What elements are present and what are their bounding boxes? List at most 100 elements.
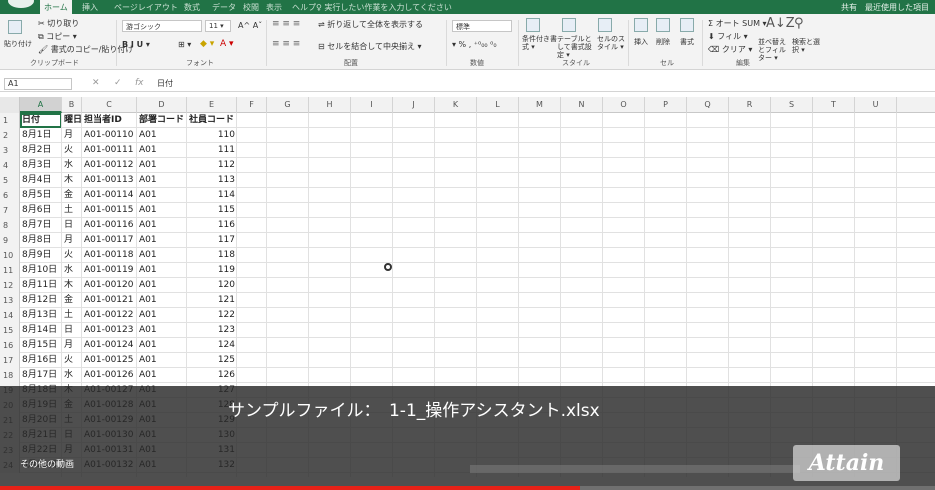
cell-b2[interactable]: 月 xyxy=(62,128,82,143)
cell-d13[interactable]: A01 xyxy=(137,293,187,308)
row-header[interactable]: 3 xyxy=(0,143,20,158)
insert-button[interactable]: 挿入 xyxy=(634,37,648,47)
cell-e11[interactable]: 119 xyxy=(187,263,237,278)
cell-c4[interactable]: A01-00112 xyxy=(82,158,137,173)
cell-c17[interactable]: A01-00125 xyxy=(82,353,137,368)
cell-c3[interactable]: A01-00111 xyxy=(82,143,137,158)
row-header[interactable]: 16 xyxy=(0,338,20,353)
column-header-u[interactable]: U xyxy=(855,97,897,113)
cell-b11[interactable]: 水 xyxy=(62,263,82,278)
cut-button[interactable]: ✂ 切り取り xyxy=(38,18,79,29)
video-progress-bar[interactable] xyxy=(0,486,935,490)
row-header[interactable]: 1 xyxy=(0,113,20,128)
cell-b15[interactable]: 日 xyxy=(62,323,82,338)
cell-c13[interactable]: A01-00121 xyxy=(82,293,137,308)
border-button[interactable]: ⊞ ▾ xyxy=(178,40,191,49)
tab-help[interactable]: ヘルプ xyxy=(292,2,316,13)
sort-filter-button[interactable]: 並べ替えとフィルター ▾ xyxy=(758,38,792,62)
column-header-t[interactable]: T xyxy=(813,97,855,113)
cancel-icon[interactable]: ✕ xyxy=(92,78,100,88)
cell-e14[interactable]: 122 xyxy=(187,308,237,323)
cell-e9[interactable]: 117 xyxy=(187,233,237,248)
tab-insert[interactable]: 挿入 xyxy=(82,2,98,13)
cell-a15[interactable]: 8月14日 xyxy=(20,323,62,338)
cell-e13[interactable]: 121 xyxy=(187,293,237,308)
cell-d16[interactable]: A01 xyxy=(137,338,187,353)
cell-a3[interactable]: 8月2日 xyxy=(20,143,62,158)
format-as-table-icon[interactable] xyxy=(562,18,576,32)
cell-c16[interactable]: A01-00124 xyxy=(82,338,137,353)
fill-button[interactable]: ⬇ フィル ▾ xyxy=(708,31,748,42)
cell-e16[interactable]: 124 xyxy=(187,338,237,353)
paste-button[interactable]: 貼り付け xyxy=(4,39,32,49)
cell-d7[interactable]: A01 xyxy=(137,203,187,218)
name-box[interactable]: A1 xyxy=(4,78,72,90)
cell-a8[interactable]: 8月7日 xyxy=(20,218,62,233)
align-top-icon[interactable]: ≡ ≡ ≡ xyxy=(272,19,300,29)
cell-e4[interactable]: 112 xyxy=(187,158,237,173)
delete-button[interactable]: 削除 xyxy=(656,37,670,47)
autosum-button[interactable]: Σ オート SUM ▾ xyxy=(708,18,767,29)
row-header[interactable]: 11 xyxy=(0,263,20,278)
cell-d9[interactable]: A01 xyxy=(137,233,187,248)
row-header[interactable]: 4 xyxy=(0,158,20,173)
insert-cells-icon[interactable] xyxy=(634,18,648,32)
cell-e8[interactable]: 116 xyxy=(187,218,237,233)
cell-d11[interactable]: A01 xyxy=(137,263,187,278)
copy-button[interactable]: ⧉ コピー ▾ xyxy=(38,31,77,42)
font-grow-shrink-buttons[interactable]: A^ Aˇ xyxy=(238,21,262,30)
row-header[interactable]: 6 xyxy=(0,188,20,203)
format-button[interactable]: 書式 xyxy=(680,37,694,47)
cell-styles-icon[interactable] xyxy=(598,18,612,32)
cell-e5[interactable]: 113 xyxy=(187,173,237,188)
cell-b17[interactable]: 火 xyxy=(62,353,82,368)
cell-d5[interactable]: A01 xyxy=(137,173,187,188)
cell-b7[interactable]: 土 xyxy=(62,203,82,218)
format-as-table-button[interactable]: テーブルとして書式設定 ▾ xyxy=(557,35,597,59)
column-header-j[interactable]: J xyxy=(393,97,435,113)
tell-me-search[interactable]: ♀ 実行したい作業を入力してください xyxy=(316,2,452,13)
cell-a2[interactable]: 8月1日 xyxy=(20,128,62,143)
cell-c6[interactable]: A01-00114 xyxy=(82,188,137,203)
tab-formulas[interactable]: 数式 xyxy=(184,2,200,13)
cell-a13[interactable]: 8月12日 xyxy=(20,293,62,308)
clear-button[interactable]: ⌫ クリア ▾ xyxy=(708,44,752,55)
cell-b8[interactable]: 日 xyxy=(62,218,82,233)
account-area[interactable]: 共有 最近使用した項目 xyxy=(841,2,929,13)
tab-view[interactable]: 表示 xyxy=(266,2,282,13)
cell-c15[interactable]: A01-00123 xyxy=(82,323,137,338)
font-name-select[interactable]: 游ゴシック xyxy=(122,20,202,32)
row-header[interactable]: 14 xyxy=(0,308,20,323)
cell-b3[interactable]: 火 xyxy=(62,143,82,158)
cell-c12[interactable]: A01-00120 xyxy=(82,278,137,293)
cell-a6[interactable]: 8月5日 xyxy=(20,188,62,203)
row-header[interactable]: 8 xyxy=(0,218,20,233)
cell-b16[interactable]: 月 xyxy=(62,338,82,353)
row-header[interactable]: 18 xyxy=(0,368,20,383)
align-center-icon[interactable]: ≡ ≡ ≡ xyxy=(272,39,300,49)
column-header-q[interactable]: Q xyxy=(687,97,729,113)
cell-d1[interactable]: 部署コード xyxy=(137,113,187,128)
row-header[interactable]: 15 xyxy=(0,323,20,338)
tab-review[interactable]: 校閲 xyxy=(243,2,259,13)
cell-c2[interactable]: A01-00110 xyxy=(82,128,137,143)
column-header-f[interactable]: F xyxy=(237,97,267,113)
cell-c7[interactable]: A01-00115 xyxy=(82,203,137,218)
cell-a5[interactable]: 8月4日 xyxy=(20,173,62,188)
conditional-format-button[interactable]: 条件付き書式 ▾ xyxy=(522,35,558,51)
find-select-button[interactable]: 検索と選択 ▾ xyxy=(792,38,822,54)
row-header[interactable]: 9 xyxy=(0,233,20,248)
cell-b14[interactable]: 土 xyxy=(62,308,82,323)
channel-watermark-logo[interactable]: Attain xyxy=(793,445,900,481)
cell-e2[interactable]: 110 xyxy=(187,128,237,143)
enter-icon[interactable]: ✓ xyxy=(114,78,122,88)
cell-c11[interactable]: A01-00119 xyxy=(82,263,137,278)
cell-a7[interactable]: 8月6日 xyxy=(20,203,62,218)
column-header-c[interactable]: C xyxy=(82,97,137,113)
column-header-g[interactable]: G xyxy=(267,97,309,113)
cell-d6[interactable]: A01 xyxy=(137,188,187,203)
cell-b4[interactable]: 水 xyxy=(62,158,82,173)
row-header[interactable]: 13 xyxy=(0,293,20,308)
cell-c14[interactable]: A01-00122 xyxy=(82,308,137,323)
cell-c8[interactable]: A01-00116 xyxy=(82,218,137,233)
